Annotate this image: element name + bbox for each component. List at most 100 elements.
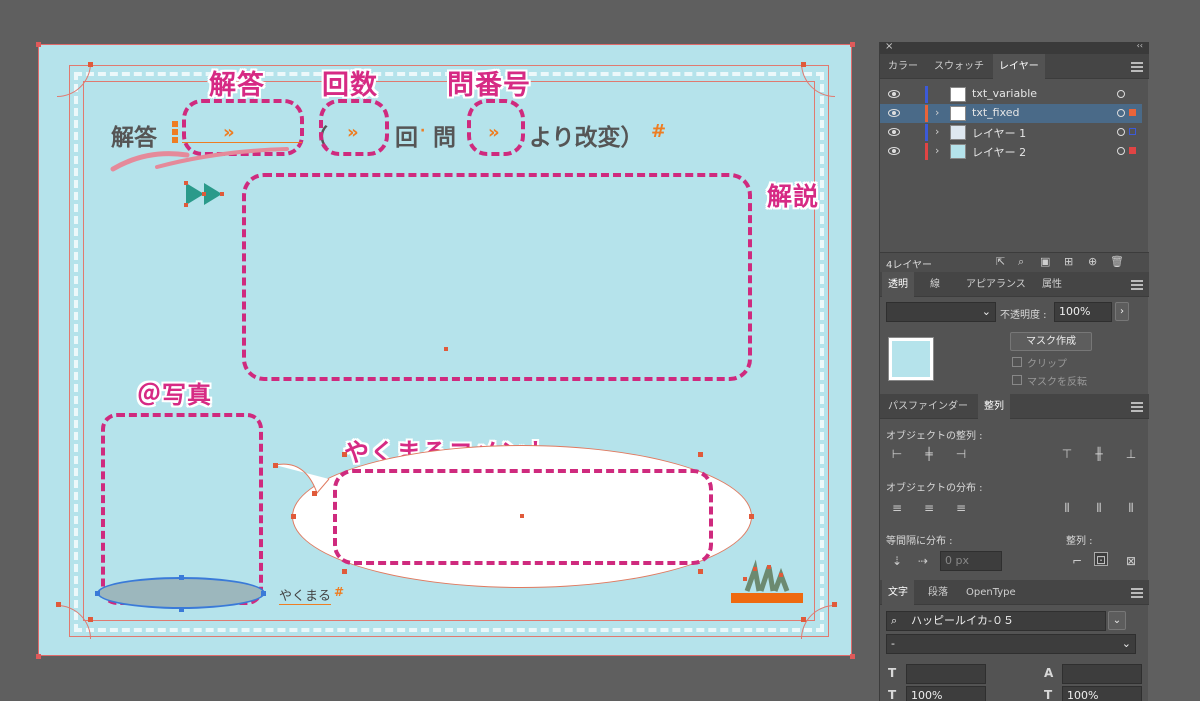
- anchor-point[interactable]: [88, 617, 93, 622]
- anchor-point[interactable]: [179, 607, 184, 612]
- chevron-down-icon[interactable]: ⌄: [1108, 611, 1126, 630]
- align-bottom-icon[interactable]: ⊥: [1124, 447, 1138, 461]
- tab-pathfinder[interactable]: パスファインダー: [882, 394, 974, 419]
- vertical-scale-field[interactable]: 100%: [906, 686, 986, 701]
- new-layer-icon[interactable]: ⊕: [1088, 255, 1097, 268]
- selection-square-icon[interactable]: [1129, 128, 1136, 135]
- align-to-key-object-icon[interactable]: ⊡: [1094, 552, 1108, 567]
- artboard[interactable]: 解答 回数 問番号 解説 ＠写真 やくまるコメント 解答 » （ » 回 · 問…: [38, 44, 852, 656]
- tab-appearance[interactable]: アピアランス: [960, 272, 1032, 297]
- clip-mask-icon[interactable]: ▣: [1040, 255, 1050, 268]
- font-size-field[interactable]: [906, 664, 986, 684]
- align-left-icon[interactable]: ⊢: [890, 447, 904, 461]
- layer-row-layer-1[interactable]: › レイヤー 1: [880, 123, 1142, 142]
- tab-swatches[interactable]: スウォッチ: [928, 54, 990, 79]
- yakumaru-tag[interactable]: やくまる: [279, 585, 332, 605]
- distribute-bottom-icon[interactable]: ≡: [954, 501, 968, 515]
- make-mask-button[interactable]: マスク作成: [1010, 332, 1092, 351]
- layer-row-layer-2[interactable]: › レイヤー 2: [880, 142, 1142, 161]
- chevron-right-icon[interactable]: ›: [935, 125, 939, 138]
- text-cursor-handle[interactable]: [172, 121, 180, 143]
- panel-menu-icon[interactable]: [1131, 588, 1143, 598]
- tab-attributes[interactable]: 属性: [1036, 272, 1068, 297]
- align-vcenter-icon[interactable]: ╫: [1092, 447, 1106, 461]
- leading-field[interactable]: [1062, 664, 1142, 684]
- anchor-point[interactable]: [312, 491, 317, 496]
- anchor-point[interactable]: [832, 602, 837, 607]
- chevron-right-icon[interactable]: ›: [935, 106, 939, 119]
- align-to-selection-icon[interactable]: ⌐: [1070, 554, 1084, 568]
- anchor-point[interactable]: [261, 591, 266, 596]
- anchor-point[interactable]: [342, 569, 347, 574]
- layer-row-txt-fixed[interactable]: › txt_fixed: [880, 104, 1142, 123]
- artboard-handle[interactable]: [850, 42, 855, 47]
- align-right-icon[interactable]: ⊣: [954, 447, 968, 461]
- shadow-ellipse[interactable]: [97, 577, 265, 609]
- selection-square-icon[interactable]: [1129, 147, 1136, 154]
- anchor-point[interactable]: [801, 617, 806, 622]
- eye-icon[interactable]: [888, 90, 900, 98]
- target-circle-icon[interactable]: [1117, 128, 1125, 136]
- anchor-point[interactable]: [749, 514, 754, 519]
- panel-menu-icon[interactable]: [1131, 280, 1143, 290]
- close-icon[interactable]: ×: [885, 41, 893, 52]
- distribute-right-icon[interactable]: ⫴: [1124, 501, 1138, 515]
- vertical-spacing-icon[interactable]: ⇣: [890, 554, 904, 568]
- target-circle-icon[interactable]: [1117, 147, 1125, 155]
- font-style-select[interactable]: - ⌄: [886, 634, 1136, 654]
- mask-thumbnail[interactable]: [888, 337, 934, 381]
- spacing-field[interactable]: 0 px: [940, 551, 1002, 571]
- invert-mask-checkbox[interactable]: [1012, 375, 1022, 385]
- panel-menu-icon[interactable]: [1131, 62, 1143, 72]
- anchor-point[interactable]: [698, 569, 703, 574]
- distribute-vcenter-icon[interactable]: ≡: [922, 501, 936, 515]
- align-top-icon[interactable]: ⊤: [1060, 447, 1074, 461]
- artboard-handle[interactable]: [36, 42, 41, 47]
- artboard-handle[interactable]: [850, 654, 855, 659]
- selection-square-icon[interactable]: [1129, 109, 1136, 116]
- anchor-point[interactable]: [273, 463, 278, 468]
- horizontal-scale-field[interactable]: 100%: [1062, 686, 1142, 701]
- chevron-right-icon[interactable]: ›: [1115, 302, 1129, 321]
- artboard-handle[interactable]: [36, 654, 41, 659]
- distribute-top-icon[interactable]: ≡: [890, 501, 904, 515]
- tab-paragraph[interactable]: 段落: [922, 580, 954, 605]
- distribute-left-icon[interactable]: ⫴: [1060, 501, 1074, 515]
- chevron-right-icon[interactable]: ›: [935, 144, 939, 157]
- anchor-point[interactable]: [801, 62, 806, 67]
- tab-transparency[interactable]: 透明: [882, 272, 914, 297]
- eye-icon[interactable]: [888, 109, 900, 117]
- eye-icon[interactable]: [888, 128, 900, 136]
- commentary-box[interactable]: [242, 173, 752, 381]
- tab-color[interactable]: カラー: [882, 54, 924, 79]
- align-to-artboard-icon[interactable]: ⊠: [1124, 554, 1138, 568]
- blend-mode-select[interactable]: ⌄: [886, 302, 996, 322]
- target-circle-icon[interactable]: [1117, 109, 1125, 117]
- distribute-hcenter-icon[interactable]: ⫴: [1092, 501, 1106, 515]
- tab-stroke[interactable]: 線: [924, 272, 946, 297]
- new-sublayer-icon[interactable]: ⊞: [1064, 255, 1073, 268]
- anchor-point[interactable]: [88, 62, 93, 67]
- collapse-icon[interactable]: ‹‹: [1137, 41, 1143, 50]
- trash-icon[interactable]: 🗑: [1110, 255, 1124, 268]
- panel-menu-icon[interactable]: [1131, 402, 1143, 412]
- align-hcenter-icon[interactable]: ╪: [922, 447, 936, 461]
- font-family-select[interactable]: ⌕ ハッピールイカ-０５: [886, 611, 1106, 631]
- horizontal-spacing-icon[interactable]: ⇢: [916, 554, 930, 568]
- export-icon[interactable]: ⇱: [996, 255, 1005, 268]
- anchor-point[interactable]: [56, 602, 61, 607]
- anchor-point[interactable]: [95, 591, 100, 596]
- anchor-point[interactable]: [291, 514, 296, 519]
- eye-icon[interactable]: [888, 147, 900, 155]
- tab-layers[interactable]: レイヤー: [993, 54, 1045, 79]
- target-circle-icon[interactable]: [1117, 90, 1125, 98]
- search-icon[interactable]: ⌕: [1018, 255, 1024, 269]
- layer-row-txt-variable[interactable]: txt_variable: [880, 85, 1142, 104]
- tab-character[interactable]: 文字: [882, 580, 914, 605]
- anchor-point[interactable]: [342, 452, 347, 457]
- anchor-point[interactable]: [179, 575, 184, 580]
- opacity-field[interactable]: 100%: [1054, 302, 1112, 322]
- tab-align[interactable]: 整列: [978, 394, 1010, 419]
- clip-checkbox[interactable]: [1012, 357, 1022, 367]
- tab-opentype[interactable]: OpenType: [960, 580, 1022, 605]
